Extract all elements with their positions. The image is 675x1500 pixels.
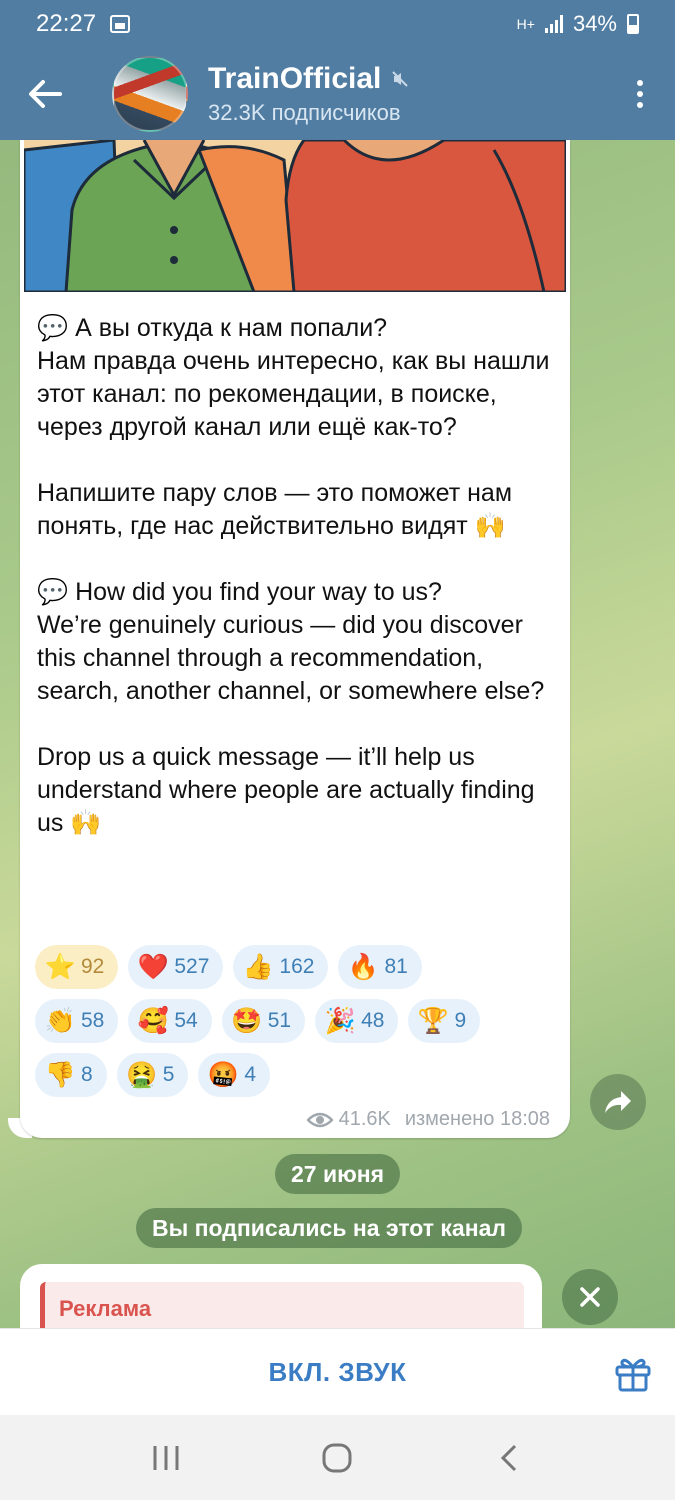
reaction-cursing[interactable]: 🤬 4 [198, 1053, 271, 1097]
chevron-left-icon [501, 1444, 517, 1471]
recent-apps-button[interactable] [136, 1433, 196, 1483]
subscribed-notice: Вы подписались на этот канал [136, 1208, 523, 1248]
post-text: 💬 А вы откуда к нам попали? Нам правда о… [37, 314, 550, 837]
status-bar: 22:27 H+ 34% [0, 0, 675, 48]
gift-button[interactable] [613, 1353, 653, 1393]
system-navigation-bar [0, 1415, 675, 1500]
gift-icon [615, 1358, 651, 1392]
reaction-vomit[interactable]: 🤮 5 [116, 1053, 189, 1097]
bottom-action-bar: ВКЛ. ЗВУК [0, 1328, 675, 1415]
reaction-star[interactable]: ⭐ 92 [35, 945, 119, 989]
reaction-row: 👎 8 🤮 5 🤬 4 [35, 1053, 555, 1097]
reaction-heart[interactable]: ❤️ 527 [128, 945, 224, 989]
share-button[interactable] [590, 1074, 646, 1130]
reaction-party[interactable]: 🎉 48 [315, 999, 399, 1043]
arrow-left-icon [29, 80, 62, 108]
reaction-trophy[interactable]: 🏆 9 [408, 999, 481, 1043]
battery-level: 34% [572, 11, 617, 36]
channel-post[interactable]: 💬 А вы откуда к нам попали? Нам правда о… [20, 140, 570, 1138]
channel-info[interactable]: TrainOfficial 32.3K подписчиков [208, 62, 605, 126]
back-nav-button[interactable] [479, 1433, 539, 1483]
channel-avatar[interactable] [112, 56, 188, 132]
battery-icon [627, 14, 639, 34]
channel-title: TrainOfficial [208, 62, 382, 95]
reaction-clap[interactable]: 👏 58 [35, 999, 119, 1043]
network-type: H+ [516, 16, 535, 32]
recent-apps-icon [153, 1445, 179, 1470]
signal-icon [544, 15, 563, 33]
reactions: ⭐ 92 ❤️ 527 👍 162 🔥 81 👏 58 🥰 54 🤩 51 🎉 48 🏆 9 👎 8… [35, 945, 555, 1107]
muted-icon [392, 71, 409, 87]
view-count: 41.6K [338, 1108, 391, 1130]
edited-time: изменено 18:08 [404, 1108, 550, 1130]
sponsored-message[interactable]: Реклама [20, 1264, 542, 1334]
reaction-row: 👏 58 🥰 54 🤩 51 🎉 48 🏆 9 [35, 999, 555, 1043]
people-illustration [24, 140, 566, 292]
close-icon [580, 1287, 600, 1307]
close-ad-button[interactable] [562, 1269, 618, 1325]
reaction-thumbs-down[interactable]: 👎 8 [35, 1053, 107, 1097]
date-separator: 27 июня [275, 1154, 401, 1194]
reaction-thumbs-up[interactable]: 👍 162 [233, 945, 329, 989]
clock: 22:27 [36, 10, 97, 37]
image-notification-icon [110, 15, 131, 33]
subscriber-count: 32.3K подписчиков [208, 100, 401, 125]
reaction-fire[interactable]: 🔥 81 [338, 945, 422, 989]
reaction-row: ⭐ 92 ❤️ 527 👍 162 🔥 81 [35, 945, 555, 989]
share-arrow-icon [605, 1091, 631, 1113]
reaction-star-eyes[interactable]: 🤩 51 [221, 999, 306, 1043]
home-button[interactable] [307, 1433, 367, 1483]
reaction-smiling-hearts[interactable]: 🥰 54 [128, 999, 212, 1043]
chat-header: TrainOfficial 32.3K подписчиков [0, 48, 675, 140]
home-icon [322, 1443, 352, 1472]
unmute-button[interactable]: ВКЛ. ЗВУК [269, 1357, 407, 1388]
eye-icon [306, 1112, 333, 1127]
back-button[interactable] [0, 48, 90, 140]
more-options-button[interactable] [605, 48, 675, 140]
post-image[interactable] [24, 140, 566, 292]
ad-label: Реклама [40, 1282, 524, 1334]
post-meta: 41.6K изменено 18:08 [306, 1108, 550, 1131]
